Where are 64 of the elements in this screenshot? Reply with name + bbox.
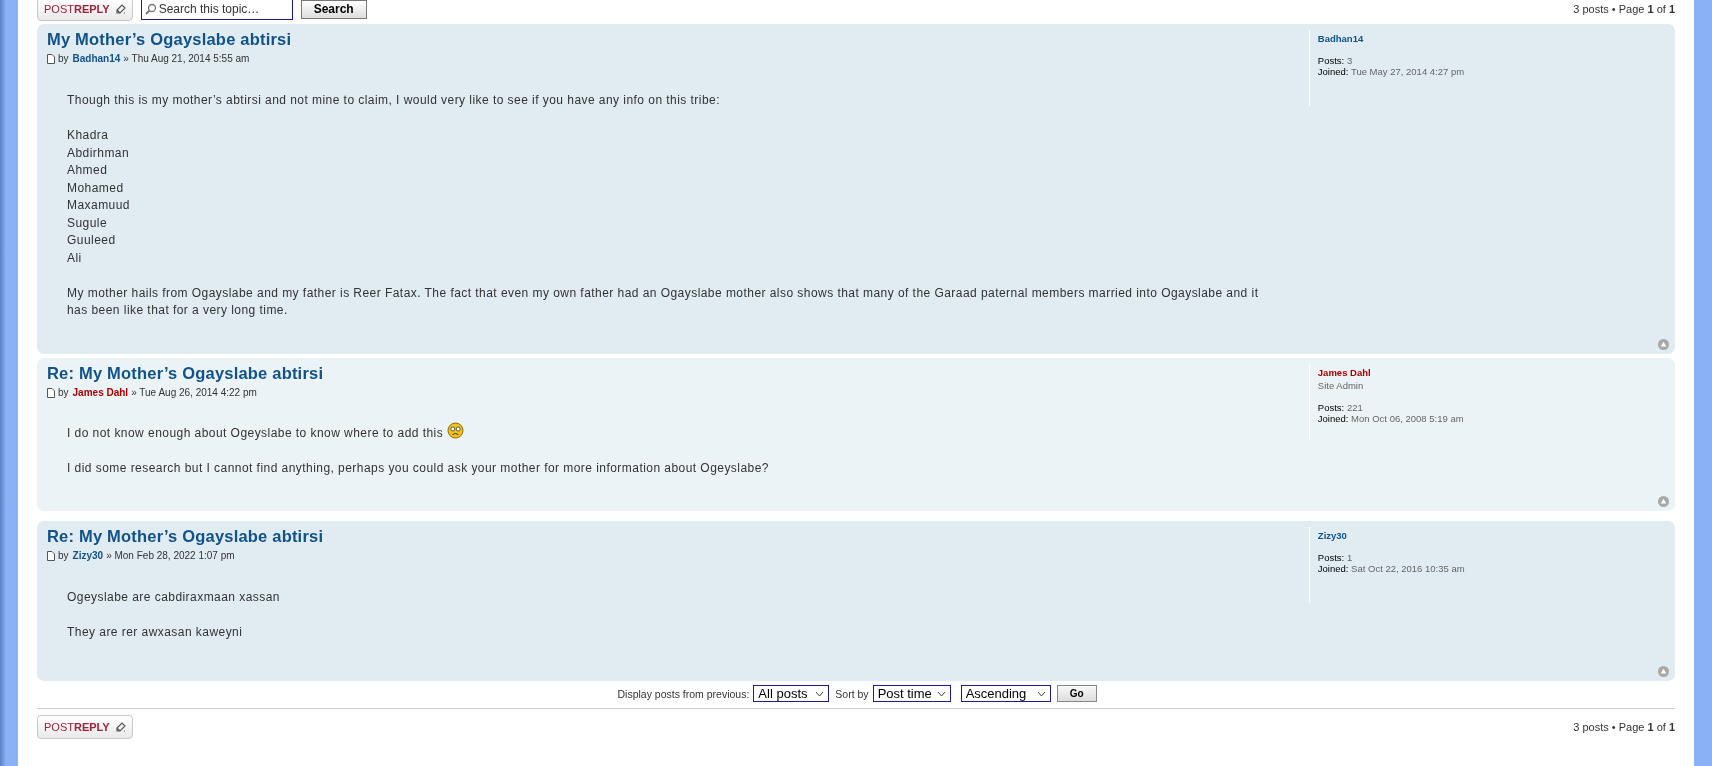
post-text: Khadra [67,127,109,144]
sort-select[interactable]: Post time [872,685,951,702]
author-link[interactable]: Badhan14 [72,53,121,64]
joined-date: Mon Oct 06, 2008 5:19 am [1351,413,1464,424]
display-select[interactable]: All posts [753,685,830,702]
posts-label: Posts: [1317,402,1345,413]
post-title[interactable]: Re: My Mother’s Ogayslabe abtirsi [47,527,324,546]
sort-label: Sort by [835,687,869,700]
post-text: Mohamed [67,179,124,197]
order-select[interactable]: Ascending [960,685,1051,702]
post-date: » Thu Aug 21, 2014 5:55 am [123,53,250,64]
profile-username[interactable]: Zizy30 [1317,530,1665,541]
post-text: Abdirhman [67,144,130,162]
post-text: I did some research but I cannot find anything, perhaps you could ask your mother for more information about Ogeyslabe? [67,459,769,477]
chevron-icon [1036,690,1046,697]
post-text: Ali [67,249,82,267]
pencil-icon [115,4,126,14]
post-icon[interactable] [47,53,55,64]
joined-label: Joined: [1317,66,1349,77]
post-text: Sugule [67,214,108,232]
chevron-icon [936,690,946,697]
post-text: Though this is my mother’s abtirsi and not mine to claim, I would very like to see if you have any info on this tribe: [67,92,720,109]
joined-label: Joined: [1317,563,1349,574]
posts-label: Posts: [1317,552,1345,563]
by-label: by [58,387,69,398]
posts-count: 1 [1346,552,1353,563]
display-label: Display posts from previous: [617,687,750,700]
post-text: Guuleed [67,232,116,249]
pagination-text: 3 posts • Page 1 of 1 [1573,721,1675,733]
joined-date: Tue May 27, 2014 4:27 pm [1350,66,1465,77]
pagination-text: 3 posts • Page 1 of 1 [1573,3,1675,15]
post-text: They are rer awxasan kaweyni [67,624,243,641]
chevron-icon [815,690,825,697]
joined-date: Sat Oct 22, 2016 10:35 am [1351,563,1465,574]
post-text: Ogeyslabe are cabdiraxmaan xassan [67,589,280,606]
post-title[interactable]: My Mother’s Ogayslabe abtirsi [47,30,292,49]
search-icon [144,3,157,15]
author-link[interactable]: Zizy30 [72,550,104,561]
posts-count: 3 [1346,55,1353,66]
joined-label: Joined: [1317,413,1349,424]
profile-username[interactable]: Badhan14 [1317,33,1665,44]
post-text: My mother hails from Ogayslabe and my father is Reer Fatax. The fact that even my own father had an Ogayslabe mother also shows that many of the Garaad paternal members married into Ogayslabe and it has been like that for a very long time. [67,284,1260,319]
post-text: Ahmed [67,162,108,179]
author-link[interactable]: James Dahl [72,387,129,398]
search-button[interactable]: Search [300,0,367,19]
post-date: » Mon Feb 28, 2022 1:07 pm [106,550,235,561]
smiley-icon [447,422,465,439]
post-text: Maxamuud [67,197,130,214]
profile-username[interactable]: James Dahl [1317,367,1665,378]
by-label: by [58,53,69,64]
search-field[interactable]: Search this topic… [140,0,293,20]
by-label: by [58,550,69,561]
post-icon[interactable] [47,550,55,561]
posts-count: 221 [1346,402,1363,413]
pencil-icon [115,722,126,732]
post-icon[interactable] [47,387,55,398]
posts-label: Posts: [1317,55,1345,66]
user-rank: Site Admin [1317,380,1365,391]
go-button[interactable]: Go [1056,685,1097,702]
post-reply-button[interactable]: POSTREPLY [37,715,133,739]
post-date: » Tue Aug 26, 2014 4:22 pm [131,387,257,398]
post-reply-button[interactable]: POSTREPLY [37,0,133,21]
post-text: I do not know enough about Ogeyslabe to know where to add this [67,424,444,442]
post-title[interactable]: Re: My Mother’s Ogayslabe abtirsi [47,364,324,383]
